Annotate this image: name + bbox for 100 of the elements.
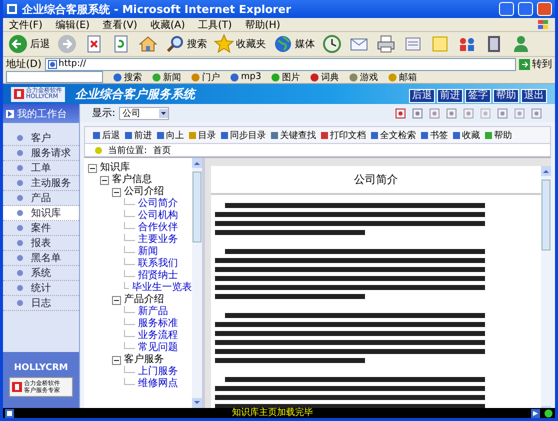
doc-toolbar-button[interactable]: 同步目录 [219, 128, 267, 142]
tree-link[interactable]: 招贤纳士 [138, 270, 178, 282]
doc-toolbar-button[interactable]: 收藏 [451, 128, 481, 142]
search-icon [165, 34, 185, 54]
sidebar-item[interactable]: 报表 [3, 236, 79, 251]
header-button[interactable]: 退出 [521, 89, 547, 103]
search-field[interactable] [6, 71, 103, 83]
doc-toolbar-button[interactable]: 帮助 [483, 128, 513, 142]
bullet-icon [17, 210, 23, 216]
tool-button[interactable] [394, 108, 407, 118]
menu-item[interactable]: 收藏(A) [150, 18, 185, 32]
page-icon [48, 60, 57, 68]
sidebar-header[interactable]: 我的工作台 [3, 104, 79, 123]
sidebar-item[interactable]: 服务请求 [3, 146, 79, 161]
link-button[interactable]: 搜索 [113, 70, 142, 84]
expand-toggle[interactable] [112, 296, 121, 304]
header-button[interactable]: 帮助 [493, 89, 519, 103]
tree-folder[interactable]: 公司介绍 [124, 186, 164, 198]
menu-item[interactable]: 文件(F) [9, 18, 43, 32]
link-button[interactable]: 图片 [271, 70, 300, 84]
doc-toolbar-button[interactable]: 前进 [123, 128, 153, 142]
tool-button[interactable] [411, 108, 424, 118]
logo-mark-icon [12, 382, 22, 392]
expand-toggle[interactable] [112, 188, 121, 196]
tree-link[interactable]: 业务流程 [138, 330, 178, 342]
sidebar-item[interactable]: 统计 [3, 281, 79, 296]
sidebar-item[interactable]: 客户 [3, 131, 79, 146]
menu-item[interactable]: 帮助(H) [244, 18, 280, 32]
menu-item[interactable]: 查看(V) [102, 18, 138, 32]
expand-toggle[interactable] [112, 356, 121, 364]
tree-link[interactable]: 新产品 [138, 306, 168, 318]
tree-link[interactable]: 合作伙伴 [138, 222, 178, 234]
tree-link[interactable]: 联系我们 [138, 258, 178, 270]
toolbar-button[interactable]: 后退 [6, 33, 52, 55]
doc-toolbar-button[interactable]: 目录 [187, 128, 217, 142]
minimize-button[interactable] [499, 2, 514, 16]
doc-toolbar-button[interactable]: 全文检索 [369, 128, 417, 142]
link-button[interactable]: 词典 [310, 70, 340, 84]
tree-folder[interactable]: 客户服务 [124, 354, 164, 366]
link-button[interactable]: mp3 [230, 72, 262, 82]
tool-button[interactable] [428, 108, 441, 118]
link-button[interactable]: 游戏 [349, 70, 378, 84]
page-icon [5, 408, 14, 418]
toolbar-button[interactable]: 收藏夹 [212, 33, 268, 55]
bullet-icon [17, 270, 23, 276]
tree-link[interactable]: 公司机构 [138, 210, 178, 222]
doc-toolbar-button[interactable]: 书签 [419, 128, 449, 142]
tree-link[interactable]: 毕业生一览表 [132, 282, 192, 294]
logo-mark-icon [14, 89, 24, 99]
toolbar-button[interactable]: 媒体 [271, 33, 317, 55]
tree-link[interactable]: 服务标准 [138, 318, 178, 330]
tree-link[interactable]: 常见问题 [138, 342, 178, 354]
expand-toggle[interactable] [88, 164, 97, 172]
link-button[interactable]: 邮箱 [388, 70, 418, 84]
tree-link[interactable]: 主要业务 [138, 234, 178, 246]
sidebar-item[interactable]: 案件 [3, 221, 79, 236]
square-icon [270, 130, 279, 140]
sidebar-item[interactable]: 日志 [3, 296, 79, 311]
toolbar-button[interactable] [320, 33, 344, 55]
display-dropdown[interactable]: 公司 [119, 106, 170, 120]
link-button[interactable]: 门户 [191, 70, 220, 84]
address-field[interactable]: http:// [44, 58, 516, 70]
expand-toggle[interactable] [100, 176, 109, 184]
doc-toolbar-button[interactable]: 打印文档 [319, 128, 367, 142]
link-button[interactable]: 新闻 [152, 70, 181, 84]
tool-icon [446, 108, 457, 118]
tree-link[interactable]: 新闻 [138, 246, 158, 258]
tree-folder[interactable]: 产品介绍 [124, 294, 164, 306]
tree-folder[interactable]: 知识库 [100, 162, 130, 174]
tree-link[interactable]: 公司简介 [138, 198, 178, 210]
go-button[interactable]: 转到 [519, 57, 552, 71]
flag-logo-icon [537, 19, 549, 30]
doc-toolbar-button[interactable]: 后退 [91, 128, 121, 142]
header-button[interactable]: 前进 [437, 89, 463, 103]
doc-toolbar-button[interactable]: 关键查找 [269, 128, 317, 142]
display-label: 显示: [92, 107, 116, 120]
dot-icon [152, 72, 161, 82]
sidebar-item[interactable]: 主动服务 [3, 176, 79, 191]
tree-link[interactable]: 维修网点 [138, 378, 178, 390]
sidebar-item[interactable]: 黑名单 [3, 251, 79, 266]
dot-icon [349, 72, 358, 82]
header-button[interactable]: 后退 [409, 89, 435, 103]
tool-button[interactable] [530, 108, 543, 118]
tree-link[interactable]: 上门服务 [138, 366, 178, 378]
sidebar-item[interactable]: 工单 [3, 161, 79, 176]
menu-item[interactable]: 工具(T) [198, 18, 232, 32]
tree-folder[interactable]: 客户信息 [112, 174, 152, 186]
tool-button[interactable] [496, 108, 509, 118]
tool-button[interactable] [445, 108, 458, 118]
doc-toolbar-button[interactable]: 向上 [155, 128, 185, 142]
sidebar-item[interactable]: 知识库 [3, 206, 79, 221]
menu-item[interactable]: 编辑(E) [56, 18, 90, 32]
tool-button[interactable] [462, 108, 475, 118]
sidebar-item[interactable]: 系统 [3, 266, 79, 281]
square-icon [188, 130, 197, 140]
maximize-button[interactable] [518, 2, 533, 16]
close-button[interactable] [537, 2, 552, 16]
tool-icon [531, 108, 542, 118]
toolbar-button[interactable]: 搜索 [163, 33, 209, 55]
header-button[interactable]: 签字 [465, 89, 491, 103]
